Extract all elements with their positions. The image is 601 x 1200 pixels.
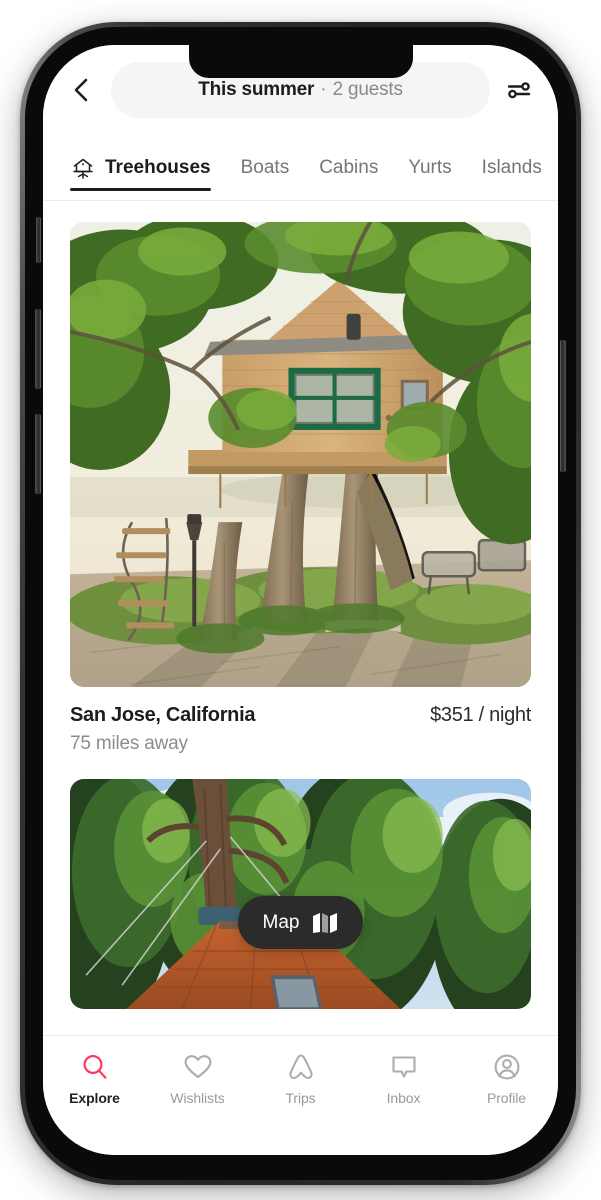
chat-bubble-icon: [391, 1056, 416, 1078]
nav-item-inbox[interactable]: Inbox: [352, 1052, 455, 1106]
nav-item-trips[interactable]: Trips: [249, 1052, 352, 1106]
search-separator: ·: [320, 79, 327, 100]
tab-label: Cabins: [319, 156, 379, 178]
search-icon: [83, 1055, 106, 1079]
volume-down-button[interactable]: [35, 414, 41, 494]
airbnb-belo-icon: [288, 1054, 313, 1080]
tab-label: Yurts: [408, 156, 452, 178]
tab-treehouses[interactable]: Treehouses: [70, 135, 211, 200]
tab-boats[interactable]: Boats: [241, 135, 290, 200]
nav-label: Inbox: [386, 1090, 421, 1106]
search-guests-text: 2 guests: [332, 79, 403, 100]
tab-islands[interactable]: Islands: [482, 135, 542, 200]
tab-label: Boats: [240, 156, 290, 178]
search-dates-text: This summer: [198, 79, 315, 100]
listing-card[interactable]: San Jose, California $351 / night 75 mil…: [70, 201, 531, 755]
listing-photo[interactable]: [70, 222, 531, 687]
back-button[interactable]: [65, 73, 99, 107]
tab-label: Treehouses: [105, 156, 211, 178]
nav-item-wishlists[interactable]: Wishlists: [146, 1052, 249, 1106]
map-button-label: Map: [262, 911, 300, 933]
heart-icon: [184, 1055, 211, 1079]
listing-header-row: San Jose, California $351 / night: [70, 687, 531, 727]
filter-button[interactable]: [502, 73, 536, 107]
sliders-filter-icon: [507, 82, 531, 99]
nav-label: Wishlists: [170, 1090, 225, 1106]
forest-treehouse-photo-graphic: [70, 779, 531, 1009]
tab-cabins[interactable]: Cabins: [319, 135, 378, 200]
tab-yurts[interactable]: Yurts: [408, 135, 451, 200]
listing-card[interactable]: [70, 779, 531, 1009]
tab-label: Islands: [481, 156, 542, 178]
treehouse-icon: [70, 155, 96, 181]
listing-price: $351 / night: [430, 704, 531, 726]
screenshot-root: This summer · 2 guests Treehouses Boats …: [0, 0, 601, 1200]
folded-map-icon: [313, 912, 338, 933]
user-circle-icon: [494, 1054, 519, 1080]
listing-distance: 75 miles away: [70, 733, 188, 754]
listing-photo[interactable]: [70, 779, 531, 1009]
nav-label: Trips: [285, 1090, 316, 1106]
bottom-navigation-bar: Explore Wishlists Trips Inbox Profile: [43, 1035, 558, 1155]
chevron-left-icon: [74, 78, 88, 102]
nav-label: Explore: [69, 1090, 120, 1106]
listing-feed[interactable]: San Jose, California $351 / night 75 mil…: [43, 201, 558, 1039]
nav-item-explore[interactable]: Explore: [43, 1052, 146, 1106]
nav-item-profile[interactable]: Profile: [455, 1052, 558, 1106]
phone-screen: This summer · 2 guests Treehouses Boats …: [43, 45, 558, 1155]
power-button[interactable]: [560, 340, 566, 472]
category-tabs: Treehouses Boats Cabins Yurts Islands: [43, 135, 558, 201]
tab-active-underline: [70, 188, 211, 191]
silent-switch-button[interactable]: [36, 217, 41, 263]
display-notch: [188, 45, 413, 78]
treehouse-photo-graphic: [70, 222, 531, 687]
listing-location: San Jose, California: [70, 704, 256, 726]
nav-label: Profile: [487, 1090, 526, 1106]
volume-up-button[interactable]: [35, 309, 41, 389]
map-toggle-button[interactable]: Map: [237, 896, 364, 949]
